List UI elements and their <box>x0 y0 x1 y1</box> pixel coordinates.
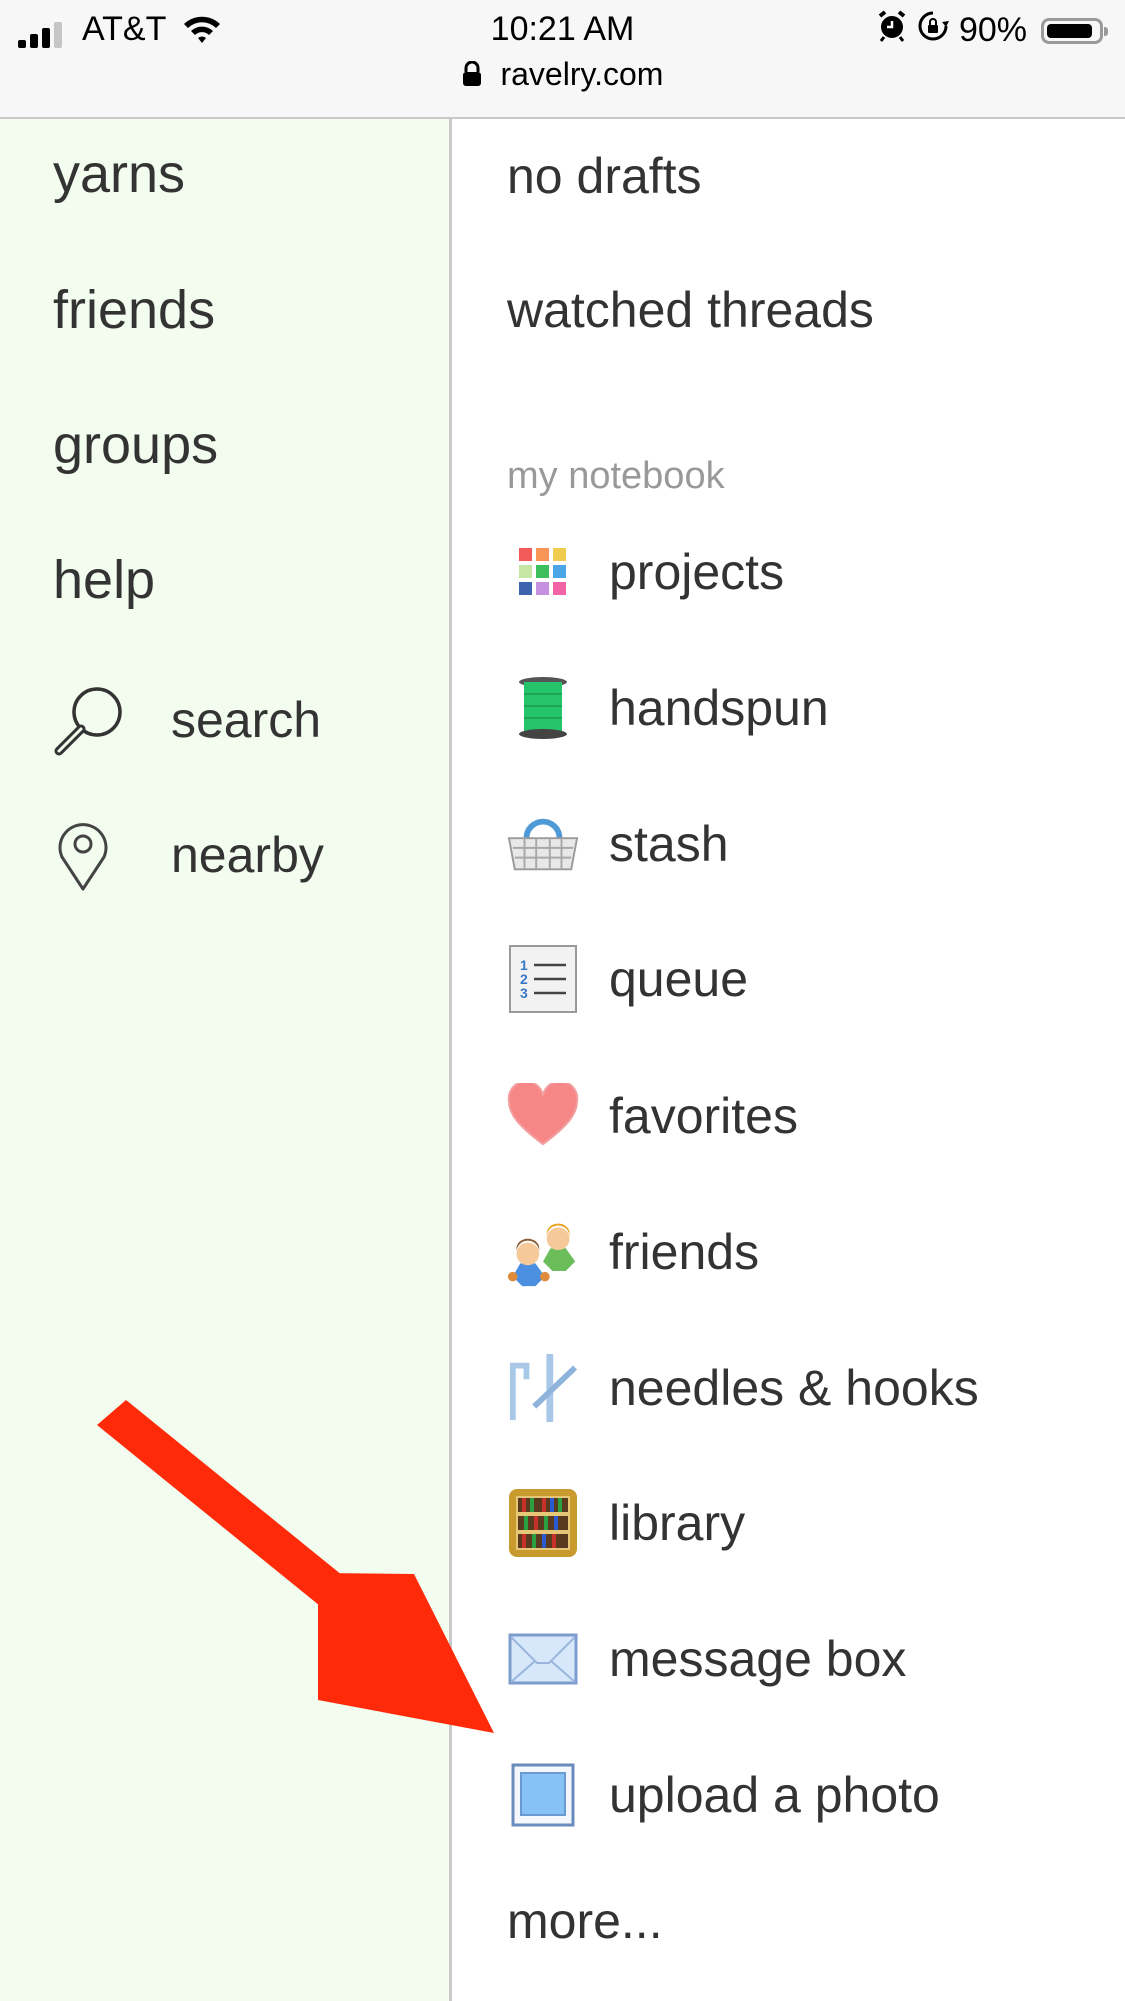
notebook-item-friends[interactable]: friends <box>507 1212 759 1292</box>
notebook-item-label: queue <box>609 951 749 1007</box>
more-link[interactable]: more... <box>507 1892 663 1950</box>
sidebar-item-nearby[interactable]: nearby <box>53 819 324 891</box>
spool-icon <box>507 672 579 744</box>
status-bar: AT&T 10:21 AM 90% <box>0 8 1125 52</box>
sidebar-item-friends[interactable]: friends <box>53 279 215 341</box>
sidebar-item-search[interactable]: search <box>53 682 321 758</box>
bookshelf-icon <box>507 1487 579 1559</box>
lock-icon <box>462 58 482 95</box>
notebook-item-handspun[interactable]: handspun <box>507 668 829 748</box>
notebook-item-needles-hooks[interactable]: needles & hooks <box>507 1348 979 1428</box>
projects-grid-icon <box>507 536 579 608</box>
notebook-item-label: friends <box>609 1224 760 1280</box>
notebook-item-label: upload a photo <box>609 1767 940 1823</box>
sidebar: yarns friends groups help search nearby <box>0 119 452 2001</box>
battery-percent: 90% <box>958 11 1027 49</box>
notebook-item-label: stash <box>609 816 729 872</box>
url-domain: ravelry.com <box>500 56 664 92</box>
notebook-item-library[interactable]: library <box>507 1483 745 1563</box>
notebook-item-message-box[interactable]: message box <box>507 1619 906 1699</box>
sidebar-item-groups[interactable]: groups <box>53 414 218 476</box>
needles-icon <box>507 1352 579 1424</box>
people-icon <box>507 1216 579 1288</box>
section-label-my-notebook: my notebook <box>507 455 725 497</box>
no-drafts-link[interactable]: no drafts <box>507 147 702 205</box>
magnifier-icon <box>53 682 133 758</box>
battery-icon <box>1041 17 1108 44</box>
notebook-item-projects[interactable]: projects <box>507 532 784 612</box>
notebook-item-label: message box <box>609 1631 907 1687</box>
watched-threads-link[interactable]: watched threads <box>507 281 874 339</box>
notebook-item-queue[interactable]: 1 2 3 queue <box>507 939 748 1019</box>
sidebar-item-help[interactable]: help <box>53 549 155 611</box>
notebook-item-upload-photo[interactable]: upload a photo <box>507 1755 940 1835</box>
main-menu: no drafts watched threads my notebook pr… <box>452 119 1125 2001</box>
sidebar-item-label: nearby <box>171 827 324 883</box>
notebook-item-label: library <box>609 1495 746 1551</box>
sidebar-item-yarns[interactable]: yarns <box>53 143 185 205</box>
notebook-item-label: needles & hooks <box>609 1360 979 1416</box>
browser-top-bar: AT&T 10:21 AM 90% ravelry.com <box>0 0 1125 119</box>
location-pin-icon <box>53 819 133 891</box>
svg-text:3: 3 <box>520 985 528 1001</box>
notebook-item-label: projects <box>609 544 785 600</box>
numbered-list-icon: 1 2 3 <box>507 943 579 1015</box>
sidebar-item-label: search <box>171 692 322 748</box>
notebook-item-label: handspun <box>609 680 829 736</box>
sidebar-item-label: help <box>53 550 156 610</box>
notebook-item-stash[interactable]: stash <box>507 804 729 884</box>
envelope-icon <box>507 1623 579 1695</box>
heart-icon <box>507 1080 579 1152</box>
sidebar-item-label: groups <box>53 415 219 475</box>
sidebar-item-label: friends <box>53 280 216 340</box>
sidebar-item-label: yarns <box>53 144 186 204</box>
rotation-lock-icon <box>917 10 949 51</box>
url-bar[interactable]: ravelry.com <box>0 56 1125 95</box>
alarm-icon <box>877 10 907 51</box>
photo-frame-icon <box>507 1759 579 1831</box>
basket-icon <box>507 808 579 880</box>
notebook-item-label: favorites <box>609 1088 798 1144</box>
notebook-item-favorites[interactable]: favorites <box>507 1076 798 1156</box>
